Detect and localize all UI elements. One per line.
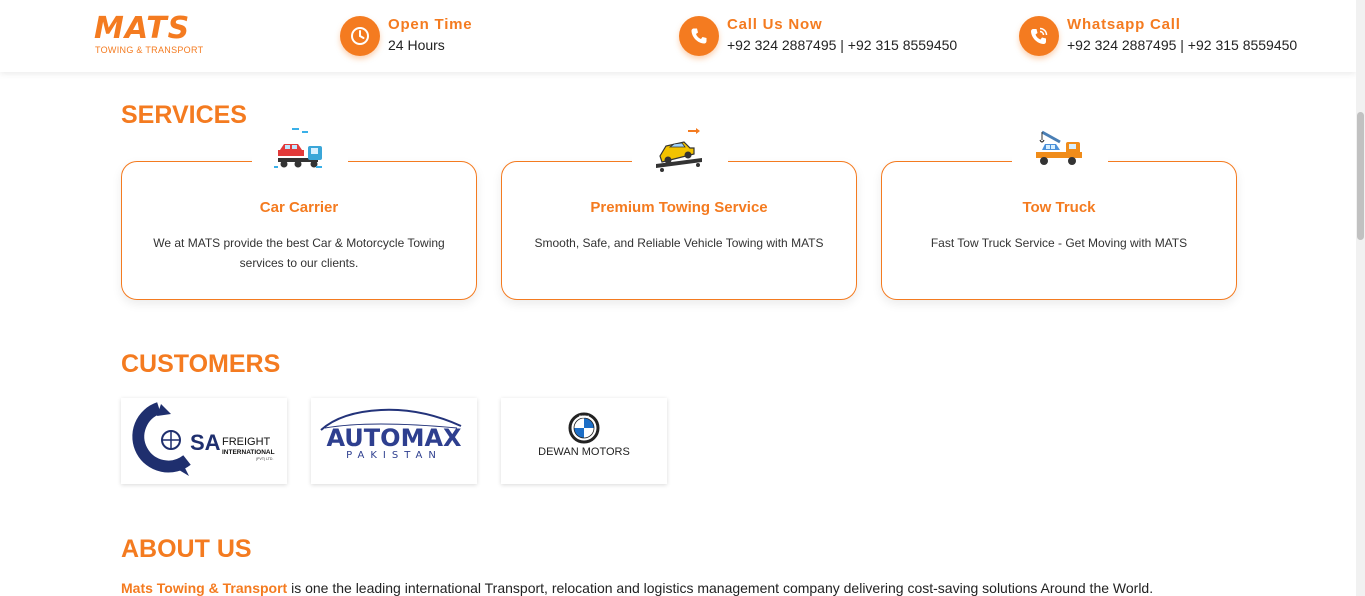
mats-logo[interactable]: MATS TOWING & TRANSPORT — [94, 14, 224, 56]
service-description: We at MATS provide the best Car & Motorc… — [153, 236, 445, 270]
customers-heading: CUSTOMERS — [121, 350, 281, 378]
svg-text:PAKISTAN: PAKISTAN — [346, 450, 442, 461]
call-us-title: Call Us Now — [727, 16, 823, 33]
customer-logo-sa-freight[interactable]: SA FREIGHT INTERNATIONAL (PVT) LTD. — [121, 398, 287, 484]
sa-freight-logo: SA FREIGHT INTERNATIONAL (PVT) LTD. — [132, 402, 275, 476]
svg-text:(PVT) LTD.: (PVT) LTD. — [256, 457, 273, 461]
whatsapp-call-info[interactable]: Whatsapp Call +92 324 2887495 | +92 315 … — [1019, 16, 1319, 56]
about-paragraph: Mats Towing & Transport is one the leadi… — [121, 579, 1153, 596]
logo-main-text: MATS — [94, 11, 191, 46]
whatsapp-call-numbers[interactable]: +92 324 2887495 | +92 315 8559450 — [1067, 36, 1297, 54]
whatsapp-call-title: Whatsapp Call — [1067, 16, 1181, 33]
phone-wifi-icon[interactable] — [1019, 16, 1059, 56]
phone-icon[interactable] — [679, 16, 719, 56]
about-body-text: is one the leading international Transpo… — [287, 580, 1154, 596]
scrollbar-thumb[interactable] — [1357, 112, 1364, 240]
service-description: Smooth, Safe, and Reliable Vehicle Towin… — [534, 236, 824, 250]
svg-text:BMW: BMW — [579, 414, 589, 419]
dewan-motors-logo: BMW DEWAN MOTORS — [538, 412, 630, 458]
about-brand-name: Mats Towing & Transport — [121, 580, 288, 596]
service-title: Tow Truck — [1022, 199, 1096, 216]
customer-logo-dewan-motors[interactable]: BMW DEWAN MOTORS — [501, 398, 667, 484]
svg-text:INTERNATIONAL: INTERNATIONAL — [222, 449, 275, 456]
open-time-info: Open Time 24 Hours — [340, 16, 640, 56]
service-description: Fast Tow Truck Service - Get Moving with… — [930, 236, 1188, 250]
svg-text:DEWAN MOTORS: DEWAN MOTORS — [538, 446, 630, 458]
car-carrier-truck-icon — [274, 128, 322, 168]
svg-text:SA: SA — [190, 430, 221, 455]
towing-car-icon — [656, 128, 702, 172]
clock-icon — [340, 16, 380, 56]
service-card-car-carrier[interactable]: Car Carrier We at MATS provide the best … — [121, 124, 477, 300]
call-us-info[interactable]: Call Us Now +92 324 2887495 | +92 315 85… — [679, 16, 979, 56]
open-time-value: 24 Hours — [388, 37, 445, 53]
services-heading: SERVICES — [121, 101, 247, 129]
bmw-badge-icon: BMW — [568, 412, 600, 444]
svg-text:FREIGHT: FREIGHT — [222, 436, 271, 448]
customer-logo-automax[interactable]: AUTOMAX PAKISTAN — [311, 398, 477, 484]
service-card-tow-truck[interactable]: Tow Truck Fast Tow Truck Service - Get M… — [881, 124, 1237, 300]
call-us-numbers[interactable]: +92 324 2887495 | +92 315 8559450 — [727, 36, 957, 54]
logo-sub-text: TOWING & TRANSPORT — [95, 45, 204, 55]
about-heading: ABOUT US — [121, 535, 252, 563]
site-header: MATS TOWING & TRANSPORT Open Time 24 Hou… — [0, 0, 1356, 72]
svg-text:AUTOMAX: AUTOMAX — [326, 424, 462, 452]
automax-logo: AUTOMAX PAKISTAN — [320, 408, 462, 461]
page-scrollbar[interactable] — [1356, 0, 1365, 596]
service-card-premium-towing[interactable]: Premium Towing Service Smooth, Safe, and… — [501, 124, 857, 300]
tow-truck-crane-icon — [1036, 130, 1082, 165]
service-title: Car Carrier — [259, 199, 339, 216]
open-time-title: Open Time — [388, 16, 473, 33]
service-title: Premium Towing Service — [590, 199, 768, 216]
